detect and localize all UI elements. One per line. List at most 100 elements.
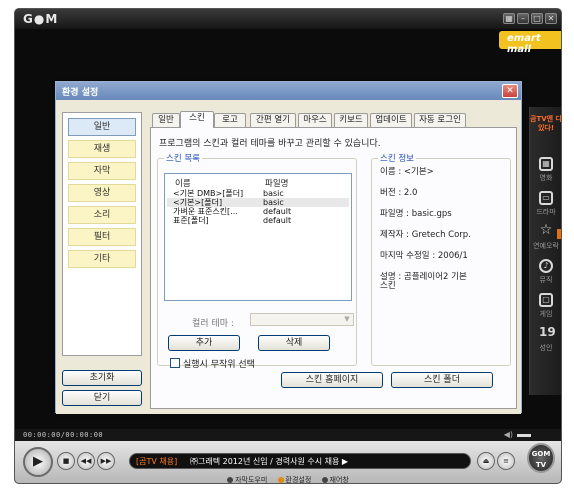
skin-file: basic <box>263 189 284 198</box>
ad-text: emart mall <box>507 33 541 55</box>
tab-general[interactable]: 일반 <box>152 113 180 127</box>
volume-slider[interactable] <box>517 434 531 437</box>
settings-link[interactable]: 환경설정 <box>277 475 312 484</box>
side-panel-toggle[interactable] <box>557 229 561 239</box>
skin-file: default <box>263 216 292 225</box>
category-general[interactable]: 일반 <box>68 118 136 136</box>
link-label: 재어창 <box>329 476 349 484</box>
skin-homepage-button[interactable]: 스킨 홈페이지 <box>281 372 383 388</box>
skin-info-modified: 마지막 수정일 : 2006/1 <box>380 251 468 261</box>
maximize-button[interactable]: □ <box>531 13 543 24</box>
title-bar[interactable]: G●M ▦ – □ ✕ <box>15 9 561 29</box>
game-icon: ▢ <box>539 293 553 307</box>
next-button[interactable]: ▶▶ <box>97 452 115 470</box>
skin-info-name: 이름 : <기본> <box>380 167 434 177</box>
film-icon: ▦ <box>539 157 553 171</box>
gomtv-logo-button[interactable]: GOM TV <box>527 443 555 473</box>
news-ticker[interactable]: [곰TV 채용] ㈜그래텍 2012년 신입 / 경력사원 수시 채용 ▶ <box>129 453 471 469</box>
side-item-label: 뮤직 <box>539 276 553 284</box>
playlist-button[interactable]: ≡ <box>497 452 515 470</box>
skin-list-title: 스킨 목록 <box>164 152 202 164</box>
side-item-label: 게임 <box>539 310 553 318</box>
tab-quick-open[interactable]: 간편 열기 <box>250 113 296 127</box>
side-item-drama[interactable]: ▭ 드라마 <box>530 191 561 217</box>
skin-info-description-cont: 스킨 <box>380 281 396 291</box>
seek-bar[interactable]: 00:00:00/00:00:00 ◀) <box>15 429 561 441</box>
ticker-tag: [곰TV 채용] <box>136 457 178 466</box>
tab-update[interactable]: 업데이트 <box>370 113 412 127</box>
tab-mouse[interactable]: 마우스 <box>298 113 332 127</box>
stop-button[interactable]: ■ <box>57 452 75 470</box>
category-list: 일반 재생 자막 영상 소리 필터 기타 <box>62 112 142 356</box>
random-select-label[interactable]: 실행시 무작위 선택 <box>183 357 255 370</box>
category-playback[interactable]: 재생 <box>68 140 136 158</box>
delete-skin-button[interactable]: 삭제 <box>258 335 330 351</box>
skin-file: default <box>263 207 292 216</box>
skin-list-row-selected[interactable]: <기본>[폴더] basic <box>167 198 349 207</box>
tab-auto-login[interactable]: 자동 로그인 <box>414 113 466 127</box>
gomtv-side-panel: 곰TV엔 다 있다! ▦ 영화 ▭ 드라마 ☆ 연예오락 ♪ 뮤직 ▢ 게임 1… <box>529 107 561 395</box>
skin-list-row[interactable]: <기본 DMB>[폴더] basic <box>167 189 349 198</box>
category-filter[interactable]: 필터 <box>68 228 136 246</box>
add-skin-button[interactable]: 추가 <box>168 335 240 351</box>
star-icon: ☆ <box>539 222 553 238</box>
tv-icon: ▭ <box>539 191 553 205</box>
category-subtitle[interactable]: 자막 <box>68 162 136 180</box>
panel-description: 프로그램의 스킨과 컬러 테마를 바꾸고 관리할 수 있습니다. <box>159 139 381 149</box>
skin-list-row[interactable]: 표준[폴더] default <box>167 216 349 225</box>
play-button[interactable]: ▶ <box>23 447 53 477</box>
side-item-movie[interactable]: ▦ 영화 <box>530 157 561 183</box>
tab-logo[interactable]: 로고 <box>214 113 246 127</box>
chevron-down-icon: ▼ <box>344 315 350 323</box>
bottom-links: 자막도우미 환경설정 재어창 <box>15 475 561 484</box>
skin-tab-panel: 프로그램의 스킨과 컬러 테마를 바꾸고 관리할 수 있습니다. 스킨 목록 이… <box>150 127 517 409</box>
close-dialog-button[interactable]: 닫기 <box>62 390 142 406</box>
dialog-close-button[interactable]: ✕ <box>502 84 518 98</box>
tab-keyboard[interactable]: 키보드 <box>334 113 368 127</box>
tab-skin[interactable]: 스킨 <box>180 111 214 128</box>
side-item-music[interactable]: ♪ 뮤직 <box>530 259 561 285</box>
prev-button[interactable]: ◀◀ <box>77 452 95 470</box>
side-item-adult[interactable]: 19 성인 <box>530 325 561 353</box>
dialog-title-bar[interactable]: 환경 설정 ✕ <box>56 82 521 100</box>
skin-info-title: 스킨 정보 <box>378 152 416 164</box>
adult-icon: 19 <box>539 325 556 339</box>
dot-icon <box>277 477 284 483</box>
skin-info-version: 버전 : 2.0 <box>380 188 418 198</box>
random-select-checkbox[interactable] <box>170 358 180 368</box>
reset-button[interactable]: 초기화 <box>62 370 142 386</box>
gomtv-ad-text[interactable]: 곰TV엔 다 있다! <box>530 115 561 133</box>
col-name-header[interactable]: 이름 <box>175 177 191 189</box>
control-bar: ▶ ■ ◀◀ ▶▶ [곰TV 채용] ㈜그래텍 2012년 신입 / 경력사원 … <box>15 441 561 484</box>
minimize-button[interactable]: – <box>517 13 529 24</box>
link-label: 환경설정 <box>285 476 312 484</box>
skin-info-group: 스킨 정보 이름 : <기본> 버전 : 2.0 파일명 : basic.gps… <box>371 152 511 366</box>
category-etc[interactable]: 기타 <box>68 250 136 268</box>
dialog-body: 일반 재생 자막 영상 소리 필터 기타 초기화 닫기 일반 스킨 로고 간편 … <box>56 100 521 414</box>
dot-icon <box>321 477 328 483</box>
logo-badge-top: GOM <box>531 450 551 458</box>
gom-player-window: G●M ▦ – □ ✕ emart mall 곰TV엔 다 있다! ▦ 영화 ▭… <box>14 8 562 484</box>
control-window-link[interactable]: 재어창 <box>321 475 349 484</box>
subtitle-helper-link[interactable]: 자막도우미 <box>227 475 268 484</box>
skin-list-row[interactable]: 가벼운 표준스킨[... default <box>167 207 349 216</box>
settings-dialog: 환경 설정 ✕ 일반 재생 자막 영상 소리 필터 기타 초기화 닫기 일반 스… <box>55 81 522 414</box>
category-audio[interactable]: 소리 <box>68 206 136 224</box>
skin-listbox[interactable]: 이름 파일명 <기본 DMB>[폴더] basic <기본>[폴더] basic… <box>164 173 352 301</box>
open-file-button[interactable]: ⏏ <box>477 452 495 470</box>
col-file-header[interactable]: 파일명 <box>265 177 288 189</box>
speaker-icon[interactable]: ◀) <box>504 430 513 439</box>
category-video[interactable]: 영상 <box>68 184 136 202</box>
skin-folder-button[interactable]: 스킨 폴더 <box>391 372 493 388</box>
skin-name: 표준[폴더] <box>173 216 209 225</box>
skin-menu-button[interactable]: ▦ <box>503 13 515 24</box>
skin-info-author: 제작자 : Gretech Corp. <box>380 230 471 240</box>
link-label: 자막도우미 <box>235 476 268 484</box>
side-item-game[interactable]: ▢ 게임 <box>530 293 561 319</box>
color-theme-select[interactable]: ▼ <box>250 313 354 326</box>
ticker-text: ㈜그래텍 2012년 신입 / 경력사원 수시 채용 ▶ <box>190 457 349 466</box>
dialog-title: 환경 설정 <box>62 88 99 98</box>
emart-ad-banner[interactable]: emart mall <box>499 31 561 55</box>
skin-name: <기본>[폴더] <box>173 198 223 207</box>
close-button[interactable]: ✕ <box>545 13 557 24</box>
